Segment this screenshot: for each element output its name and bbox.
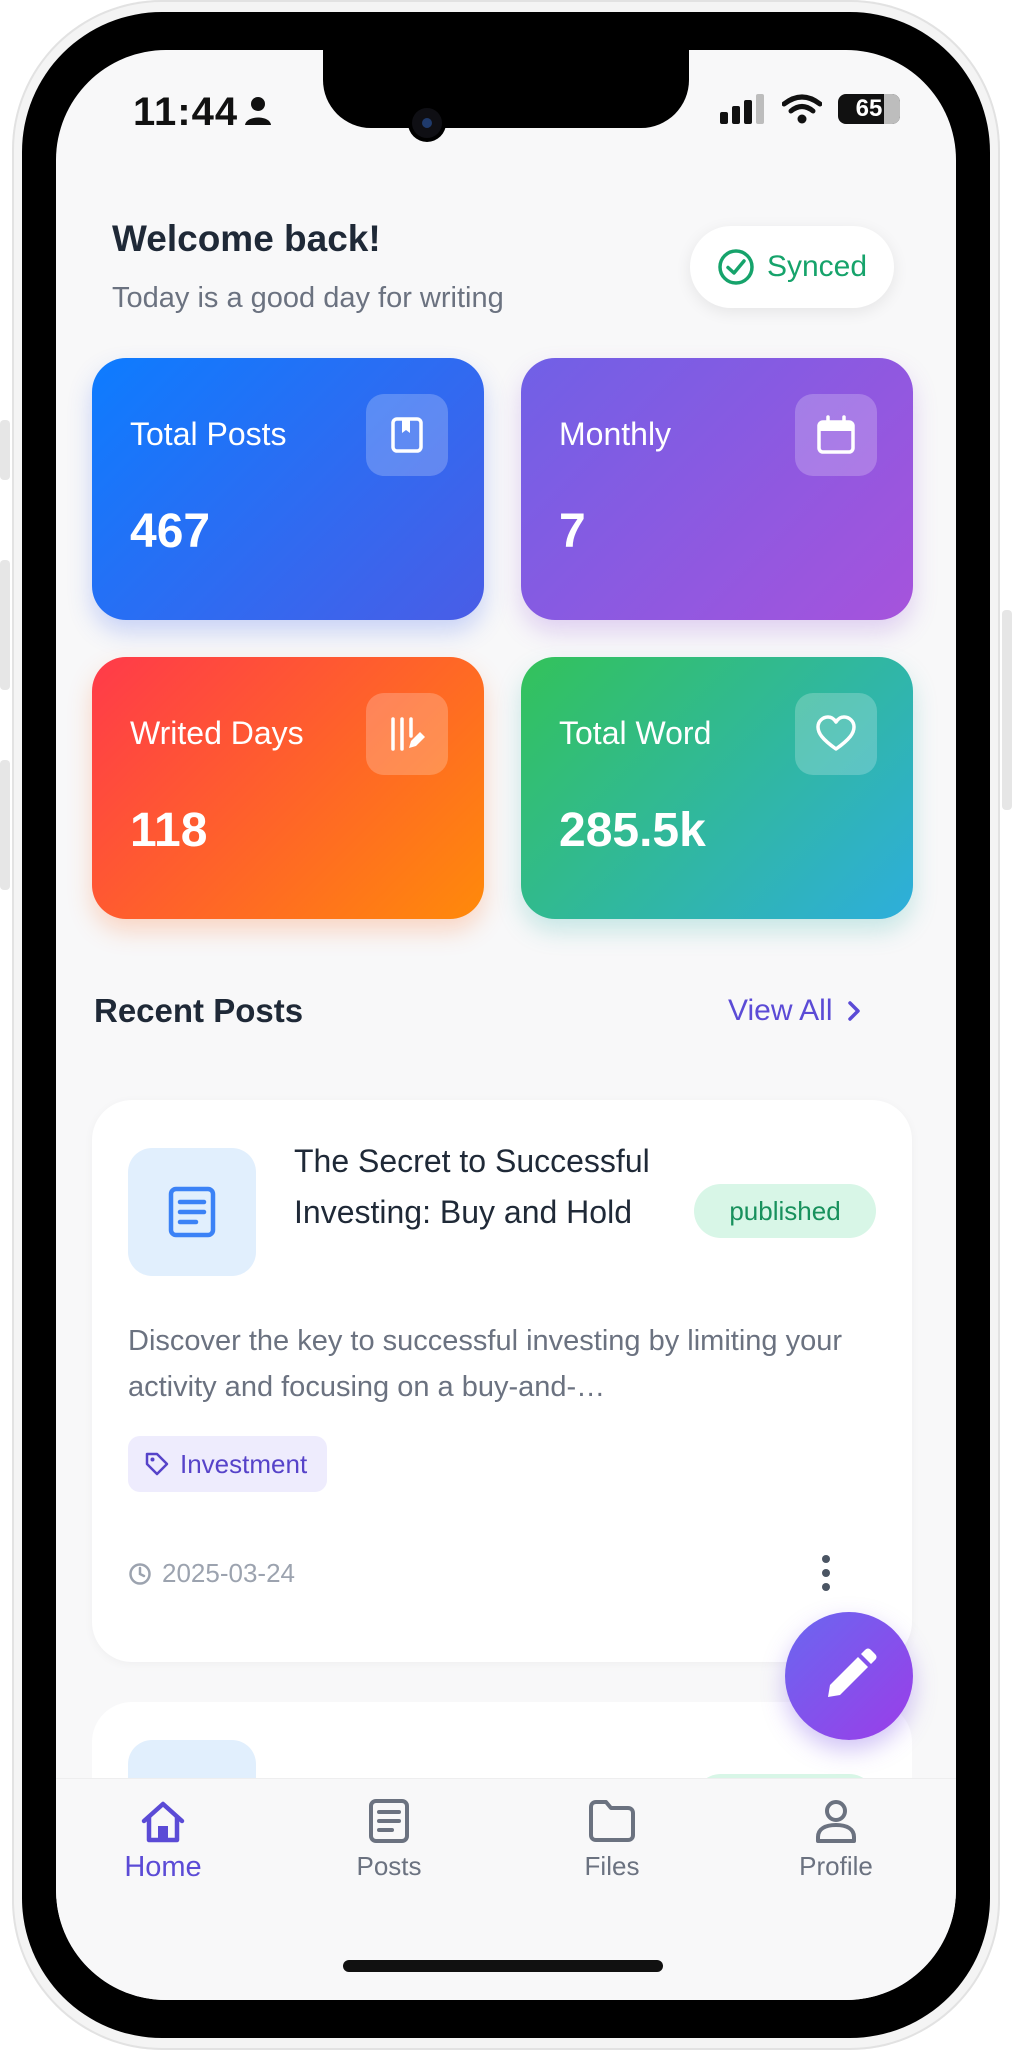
post-card[interactable]: The Secret to Successful Investing: Buy … <box>92 1100 912 1662</box>
app-screen: 11:44 65 Welcome back! Today is a good d… <box>56 50 956 2000</box>
battery-indicator: 65 <box>838 94 900 124</box>
welcome-heading: Welcome back! <box>112 218 381 259</box>
tab-label: Profile <box>799 1851 873 1881</box>
notch <box>323 50 689 128</box>
tag-label: Investment <box>180 1448 308 1479</box>
stat-value: 7 <box>559 505 586 558</box>
home-indicator[interactable] <box>343 1960 663 1972</box>
stat-label: Monthly <box>559 416 672 452</box>
status-indicators: 65 <box>720 94 900 124</box>
pencil-icon <box>828 1648 877 1697</box>
chevron-right-icon <box>847 1001 860 1021</box>
tag-icon <box>145 1452 169 1476</box>
power-button <box>1002 610 1012 810</box>
stat-value: 285.5k <box>559 804 706 857</box>
heart-icon <box>816 715 856 751</box>
volume-up-button <box>0 560 10 690</box>
volume-down-button <box>0 760 10 890</box>
recent-posts-heading: Recent Posts <box>94 992 304 1029</box>
person-icon <box>245 97 271 125</box>
stat-card-writed-days[interactable]: Writed Days 118 <box>92 657 484 919</box>
post-description: Discover the key to successful investing… <box>128 1325 843 1403</box>
document-icon <box>369 1799 409 1843</box>
stat-card-monthly[interactable]: Monthly 7 <box>521 358 913 620</box>
check-circle-icon <box>718 249 754 285</box>
stat-card-total-word[interactable]: Total Word 285.5k <box>521 657 913 919</box>
status-badge: published <box>694 1184 876 1238</box>
post-date-text: 2025-03-24 <box>162 1558 295 1588</box>
stat-value: 118 <box>130 804 208 857</box>
tag-chip[interactable]: Investment <box>128 1436 328 1492</box>
stat-value: 467 <box>130 505 211 558</box>
calendar-icon <box>817 415 855 454</box>
stat-label: Total Word <box>559 715 712 751</box>
tab-label: Home <box>124 1851 202 1883</box>
more-options-icon[interactable] <box>806 1548 846 1598</box>
signal-icon <box>720 94 764 124</box>
tab-home[interactable]: Home <box>73 1799 253 1884</box>
post-thumbnail <box>128 1148 256 1276</box>
folder-icon <box>589 1800 635 1842</box>
person-icon <box>816 1800 856 1843</box>
side-button <box>0 420 10 480</box>
post-title: The Secret to Successful Investing: Buy … <box>294 1143 650 1230</box>
front-camera <box>412 108 442 138</box>
stat-label: Total Posts <box>130 416 287 452</box>
view-all-label: View All <box>728 994 833 1027</box>
tab-posts[interactable]: Posts <box>299 1797 479 1882</box>
document-icon <box>168 1186 216 1238</box>
welcome-subtitle: Today is a good day for writing <box>112 282 504 314</box>
tab-files[interactable]: Files <box>522 1797 702 1882</box>
status-time: 11:44 <box>133 90 239 134</box>
tab-label: Posts <box>356 1851 422 1881</box>
stat-card-total-posts[interactable]: Total Posts 467 <box>92 358 484 620</box>
sync-status-button[interactable]: Synced <box>690 226 894 308</box>
clock-icon <box>129 1562 151 1585</box>
writing-days-icon <box>391 717 425 751</box>
tab-profile[interactable]: Profile <box>746 1797 926 1882</box>
home-icon <box>141 1801 185 1843</box>
wifi-icon <box>782 94 822 124</box>
view-all-link[interactable]: View All <box>728 994 861 1028</box>
new-post-button[interactable] <box>785 1612 913 1740</box>
post-date: 2025-03-24 <box>128 1558 295 1589</box>
stat-label: Writed Days <box>130 715 304 751</box>
bookmark-icon <box>391 417 423 453</box>
tab-label: Files <box>584 1851 640 1881</box>
sync-label: Synced <box>766 250 868 283</box>
